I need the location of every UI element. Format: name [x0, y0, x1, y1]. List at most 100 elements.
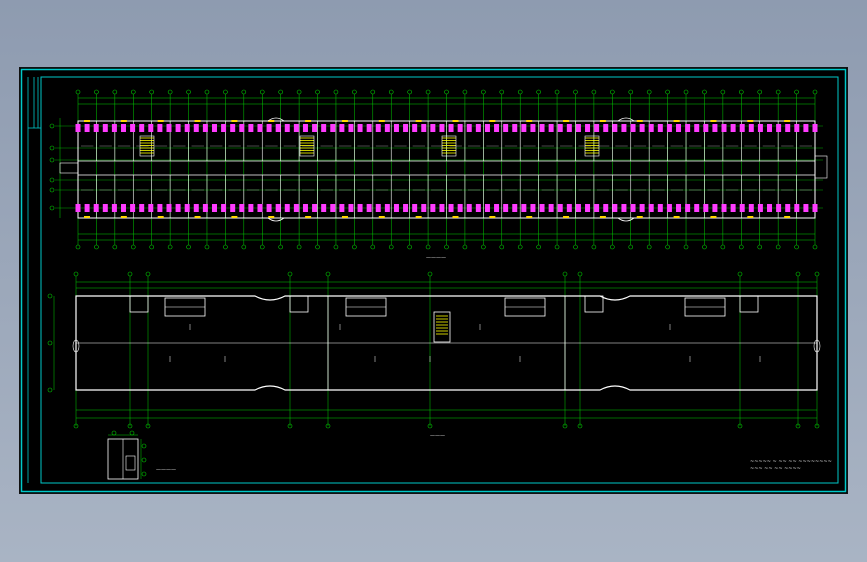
- column: [748, 204, 754, 212]
- axis-bubble: [737, 271, 743, 277]
- column: [412, 124, 418, 132]
- column: [211, 204, 217, 212]
- axis-bubble: [259, 89, 265, 95]
- title-line-1: ~~~~~ ~ ~~ ~~ ~~~~~~~~: [750, 459, 832, 465]
- column: [366, 204, 372, 212]
- axis-bubble: [407, 89, 412, 95]
- column: [676, 124, 682, 132]
- column: [739, 124, 745, 132]
- column: [257, 124, 263, 132]
- column: [666, 204, 672, 212]
- column: [93, 204, 99, 212]
- column: [439, 204, 445, 212]
- column: [676, 204, 682, 212]
- column: [284, 124, 290, 132]
- axis-bubble: [75, 89, 81, 95]
- column: [748, 124, 754, 132]
- column: [111, 124, 117, 132]
- axis-bubble: [591, 244, 597, 250]
- axis-bubble: [794, 244, 799, 250]
- axis-bubble: [167, 89, 173, 95]
- axis-bubble: [325, 271, 331, 277]
- column: [575, 204, 581, 212]
- column: [84, 204, 90, 212]
- column: [666, 124, 672, 132]
- column: [712, 124, 718, 132]
- roof-stair: [433, 311, 451, 343]
- axis-bubble: [145, 271, 151, 277]
- axis-bubble: [554, 244, 560, 250]
- column: [730, 124, 736, 132]
- column: [266, 124, 272, 132]
- column: [393, 124, 399, 132]
- column: [348, 204, 354, 212]
- axis-bubble: [795, 271, 801, 277]
- column: [785, 124, 791, 132]
- column: [312, 204, 318, 212]
- column: [430, 204, 436, 212]
- column: [794, 124, 800, 132]
- column: [503, 124, 509, 132]
- column: [585, 204, 591, 212]
- window: [84, 120, 90, 122]
- axis-bubble: [407, 244, 412, 250]
- axis-bubble: [554, 89, 560, 95]
- column: [557, 204, 563, 212]
- axis-bubble: [149, 89, 154, 95]
- axis-bubble: [75, 244, 81, 250]
- column: [812, 124, 818, 132]
- column: [84, 124, 90, 132]
- column: [166, 204, 172, 212]
- axis-bubble: [628, 244, 634, 250]
- window: [784, 120, 791, 122]
- column: [293, 124, 299, 132]
- column: [448, 204, 454, 212]
- column: [630, 124, 636, 132]
- column: [503, 204, 509, 212]
- window: [710, 216, 717, 218]
- window: [563, 216, 570, 218]
- axis-bubble: [517, 244, 523, 250]
- column: [348, 124, 354, 132]
- detail-landing: [125, 455, 136, 471]
- column: [175, 124, 181, 132]
- column: [193, 204, 199, 212]
- column: [239, 124, 245, 132]
- axis-bubble: [481, 244, 486, 250]
- column: [685, 124, 691, 132]
- axis-bubble: [186, 89, 191, 95]
- column: [712, 204, 718, 212]
- column: [484, 124, 490, 132]
- column: [648, 204, 654, 212]
- column: [302, 204, 308, 212]
- cad-drawing-canvas[interactable]: [20, 68, 847, 493]
- axis-bubble: [315, 89, 320, 95]
- drawing-sheet[interactable]: ———— ——— ———— ~~~~~ ~ ~~ ~~ ~~~~~~~~ ~~~…: [19, 67, 848, 494]
- window: [341, 120, 348, 122]
- axis-bubble: [462, 244, 468, 250]
- sheet-frame: [20, 68, 847, 493]
- axis-bubble: [167, 244, 173, 250]
- column: [75, 204, 81, 212]
- column: [539, 204, 545, 212]
- column: [621, 204, 627, 212]
- column: [794, 204, 800, 212]
- axis-bubble: [720, 244, 726, 250]
- axis-bubble: [591, 89, 597, 95]
- axis-bubble: [204, 89, 210, 95]
- axis-bubble: [94, 244, 99, 250]
- column: [612, 124, 618, 132]
- column: [375, 124, 381, 132]
- column: [221, 124, 227, 132]
- window: [231, 216, 238, 218]
- window: [415, 120, 422, 122]
- column: [575, 124, 581, 132]
- column: [621, 124, 627, 132]
- axis-bubble: [112, 89, 118, 95]
- column: [803, 204, 809, 212]
- axis-bubble: [646, 244, 652, 250]
- column: [175, 204, 181, 212]
- column: [321, 124, 327, 132]
- column: [102, 204, 108, 212]
- axis-bubble: [49, 205, 55, 211]
